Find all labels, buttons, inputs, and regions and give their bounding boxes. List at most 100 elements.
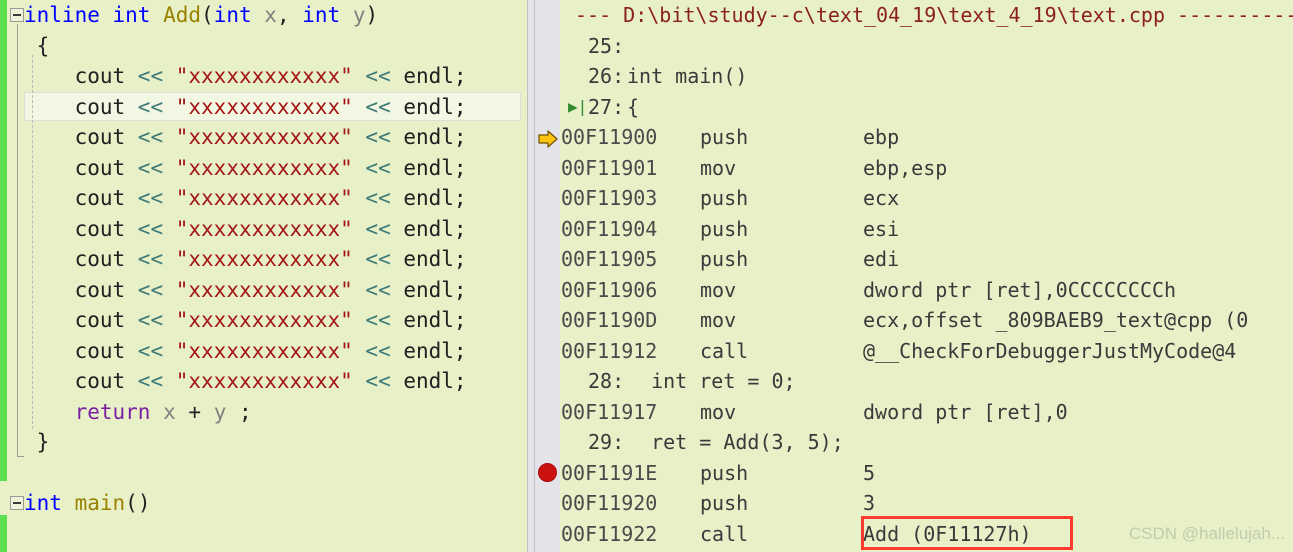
- disassembly-source-row[interactable]: 27:{▶|: [535, 92, 1293, 123]
- source-line[interactable]: cout << "xxxxxxxxxxxx" << endl;: [24, 183, 467, 214]
- instruction-address: 00F11900: [561, 125, 658, 149]
- source-line[interactable]: int main(): [24, 488, 150, 519]
- disassembly-source-row[interactable]: 28: int ret = 0;: [535, 366, 1293, 397]
- fold-toggle-add-function[interactable]: [10, 8, 24, 22]
- code-token: "xxxxxxxxxxxx": [175, 277, 353, 302]
- code-token: cout: [24, 64, 138, 88]
- instruction-mnemonic: push: [700, 491, 749, 515]
- code-token: <<: [137, 155, 164, 180]
- source-line[interactable]: cout << "xxxxxxxxxxxx" << endl;: [24, 275, 467, 306]
- disassembly-instruction-row[interactable]: 00F11903 push ecx: [535, 183, 1293, 214]
- code-token: <<: [137, 64, 164, 88]
- disassembly-source-row[interactable]: 29: ret = Add(3, 5);: [535, 427, 1293, 458]
- source-line[interactable]: return x + y ;: [24, 397, 252, 428]
- code-token: y: [352, 3, 366, 27]
- code-token: (): [125, 491, 151, 515]
- code-token: <<: [365, 125, 391, 149]
- code-token: endl;: [390, 186, 467, 210]
- source-line[interactable]: cout << "xxxxxxxxxxxx" << endl;: [24, 92, 467, 123]
- disassembly-instruction-row[interactable]: 00F11912 call @__CheckForDebuggerJustMyCod…: [535, 336, 1293, 367]
- code-token: cout: [24, 277, 138, 302]
- code-token: "xxxxxxxxxxxx": [175, 308, 353, 332]
- disassembly-window[interactable]: --- D:\bit\study--c\text_04_19\text_4_19…: [535, 0, 1293, 552]
- disassembly-instruction-row[interactable]: 00F11900 push ebp: [535, 122, 1293, 153]
- source-line[interactable]: }: [24, 427, 50, 458]
- code-token: cout: [24, 338, 138, 363]
- code-token: <<: [137, 125, 164, 149]
- source-line[interactable]: cout << "xxxxxxxxxxxx" << endl;: [24, 214, 467, 245]
- source-line-text: ret = Add(3, 5);: [627, 430, 844, 454]
- code-token: endl;: [390, 308, 467, 332]
- code-token: <<: [365, 155, 391, 180]
- instruction-operands: 3: [863, 491, 876, 515]
- code-token: int: [302, 3, 341, 27]
- source-line[interactable]: {: [24, 31, 50, 62]
- disassembly-instruction-row[interactable]: 00F1190D mov ecx,offset _809BAEB9_text@cpp…: [535, 305, 1293, 336]
- source-line[interactable]: cout << "xxxxxxxxxxxx" << endl;: [24, 122, 467, 153]
- source-line-text: {: [627, 94, 640, 119]
- instruction-mnemonic: push: [700, 460, 749, 485]
- code-token: endl;: [390, 338, 467, 363]
- code-token: <<: [365, 186, 391, 210]
- step-into-marker-icon[interactable]: ▶|: [568, 92, 587, 123]
- source-line-number: 26:: [588, 64, 625, 88]
- source-line[interactable]: cout << "xxxxxxxxxxxx" << endl;: [24, 61, 467, 92]
- source-code-editor[interactable]: inline int Add(int x, int y) { cout << "…: [0, 0, 527, 552]
- code-token: +: [175, 399, 214, 424]
- source-line[interactable]: cout << "xxxxxxxxxxxx" << endl;: [24, 305, 467, 336]
- source-line-text: int main(): [627, 64, 748, 88]
- fold-region-line: [17, 24, 18, 456]
- instruction-address: 00F11917: [561, 399, 658, 424]
- code-token: "xxxxxxxxxxxx": [175, 125, 353, 149]
- code-token: <<: [365, 247, 391, 271]
- instruction-address: 00F1191E: [561, 460, 658, 485]
- fold-toggle-main-function[interactable]: [10, 496, 24, 510]
- disassembly-instruction-row[interactable]: 00F1191E push 5: [535, 458, 1293, 489]
- code-token: y: [213, 399, 227, 424]
- disassembly-instruction-row[interactable]: 00F11901 mov ebp,esp: [535, 153, 1293, 184]
- instruction-operands: @__CheckForDebuggerJustMyCode@4: [863, 338, 1237, 363]
- code-token: (: [201, 3, 214, 27]
- source-line[interactable]: cout << "xxxxxxxxxxxx" << endl;: [24, 336, 467, 367]
- disassembly-instruction-row[interactable]: 00F11906 mov dword ptr [ret],0CCCCCCCCh: [535, 275, 1293, 306]
- change-bar-indicator: [0, 515, 7, 552]
- source-line[interactable]: cout << "xxxxxxxxxxxx" << endl;: [24, 153, 467, 184]
- code-token: <<: [365, 308, 391, 332]
- code-token: ;: [226, 399, 252, 424]
- disassembly-source-row[interactable]: 25:: [535, 31, 1293, 62]
- code-token: cout: [24, 216, 138, 241]
- instruction-pointer-arrow-icon: [538, 127, 558, 148]
- instruction-mnemonic: call: [700, 338, 749, 363]
- instruction-operands: ebp,esp: [863, 155, 948, 180]
- disassembly-source-row[interactable]: 26: int main(): [535, 61, 1293, 92]
- source-line[interactable]: inline int Add(int x, int y): [24, 0, 378, 31]
- disassembly-instruction-row[interactable]: 00F11920 push 3: [535, 488, 1293, 519]
- instruction-operands: ecx: [863, 186, 900, 210]
- source-line[interactable]: cout << "xxxxxxxxxxxx" << endl;: [24, 244, 467, 275]
- source-line[interactable]: cout << "xxxxxxxxxxxx" << endl;: [24, 366, 467, 397]
- disassembly-instruction-row[interactable]: 00F11904 push esi: [535, 214, 1293, 245]
- disassembly-file-header: --- D:\bit\study--c\text_04_19\text_4_19…: [575, 3, 1293, 27]
- instruction-address: 00F11901: [561, 155, 658, 180]
- code-token: endl;: [390, 125, 467, 149]
- pane-splitter[interactable]: [527, 0, 535, 552]
- code-token: endl;: [390, 247, 467, 271]
- breakpoint-icon[interactable]: [538, 462, 557, 482]
- disassembly-instruction-row[interactable]: 00F11917 mov dword ptr [ret],0: [535, 397, 1293, 428]
- code-token: cout: [24, 247, 138, 271]
- code-token: <<: [365, 338, 391, 363]
- instruction-operands: esi: [863, 216, 900, 241]
- disassembly-instruction-row[interactable]: 00F11905 push edi: [535, 244, 1293, 275]
- instruction-mnemonic: call: [700, 521, 749, 546]
